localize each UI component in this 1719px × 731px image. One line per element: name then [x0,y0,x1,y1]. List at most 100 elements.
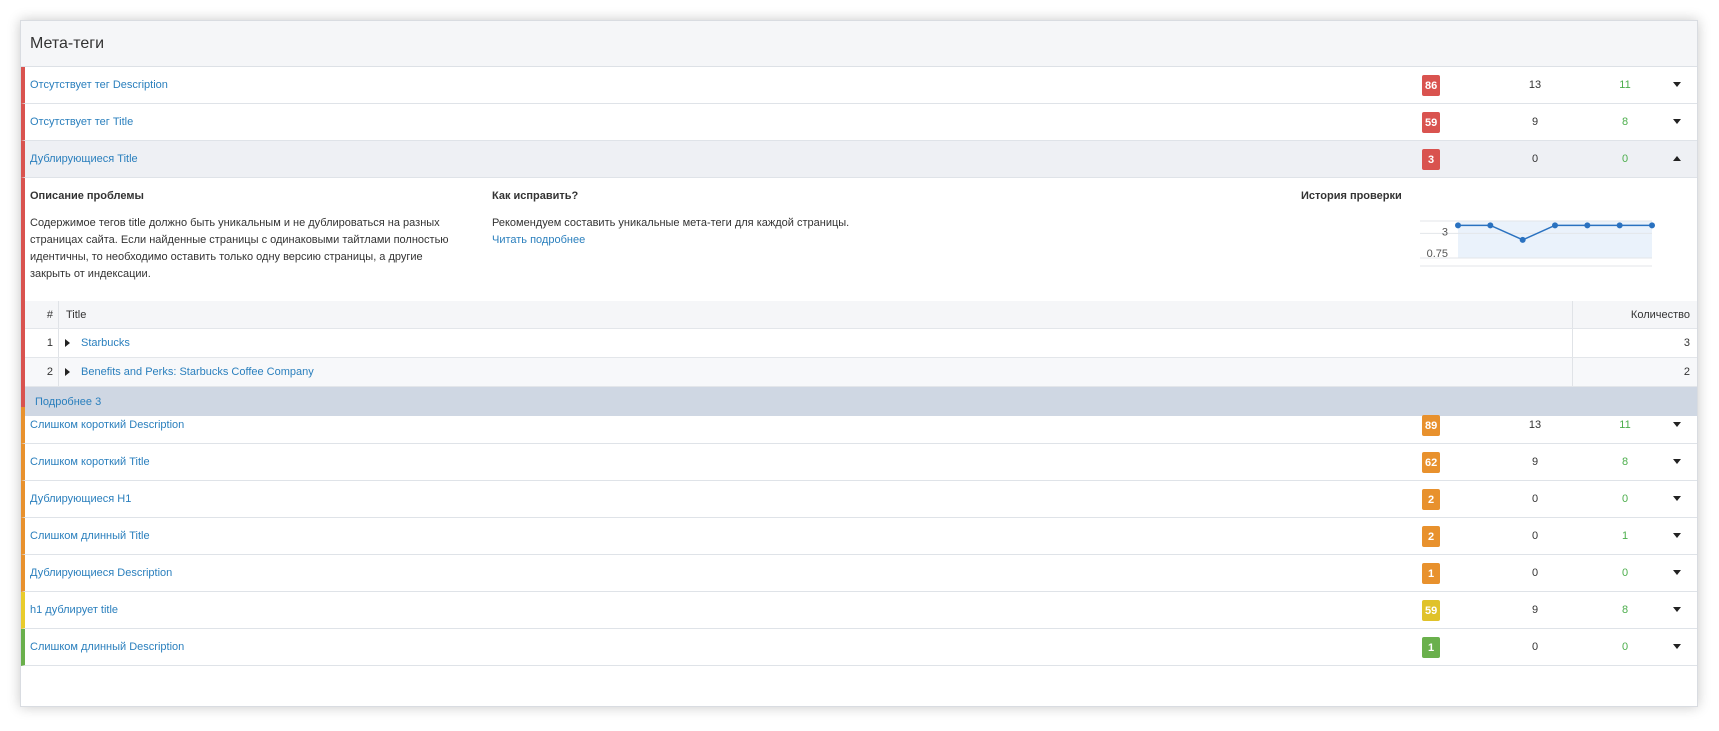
chevron-down-icon[interactable] [1673,496,1681,501]
history-section: История проверки [1301,190,1541,215]
issue-row[interactable]: Слишком длинный Description 1 0 0 [21,629,1697,666]
issue-count-pages: 9 [1531,116,1539,128]
issue-row[interactable]: Слишком длинный Title 2 0 1 [21,518,1697,555]
row-number: 1 [46,337,53,349]
issue-label[interactable]: Слишком короткий Title [30,456,150,468]
row-number: 2 [46,366,53,378]
issue-row[interactable]: Слишком короткий Description 89 13 11 [21,407,1697,444]
issue-label[interactable]: Отсутствует тег Description [30,79,168,91]
issue-label[interactable]: h1 дублирует title [30,604,118,616]
col-header-num: # [46,308,53,321]
chart-point[interactable] [1552,222,1558,229]
issue-label[interactable]: Дублирующиеся Title [30,153,138,165]
issue-count-pages: 13 [1528,419,1542,431]
problem-text: Содержимое тегов title должно быть уника… [30,217,449,280]
issue-count-badge: 2 [1422,489,1440,510]
issue-count-new: 0 [1621,493,1629,505]
issue-count-new: 1 [1621,530,1629,542]
issue-row[interactable]: Дублирующиеся H1 2 0 0 [21,481,1697,518]
issue-count-pages: 0 [1531,641,1539,653]
chevron-down-icon[interactable] [1673,533,1681,538]
chart-point[interactable] [1487,222,1494,229]
chart-y-tick: 3 [1442,226,1448,238]
history-heading: История проверки [1301,190,1402,202]
issue-count-new: 8 [1621,604,1629,616]
meta-tags-panel: Мета-теги Отсутствует тег Description 86 1… [20,20,1698,707]
issue-label[interactable]: Слишком длинный Description [30,641,184,653]
row-quantity: 2 [1683,366,1690,378]
col-header-title: Title [66,308,87,321]
issue-row-duplicate-title[interactable]: Дублирующиеся Title 3 0 0 [21,141,1697,178]
issue-count-new: 0 [1621,153,1629,165]
title-link[interactable]: Starbucks [81,337,130,349]
issue-count-new: 0 [1621,567,1629,579]
fix-section: Как исправить? Рекомендуем составить уни… [492,190,892,249]
panel-header: Мета-теги [21,21,1697,67]
issue-count-pages: 0 [1531,530,1539,542]
issue-row[interactable]: Слишком короткий Title 62 9 8 [21,444,1697,481]
issue-row[interactable]: Отсутствует тег Description 86 13 11 [21,67,1697,104]
issue-count-pages: 13 [1528,79,1542,91]
issue-count-pages: 0 [1531,567,1539,579]
issue-list-top: Отсутствует тег Description 86 13 11 Отсутст… [21,67,1697,141]
issue-count-badge: 59 [1422,112,1441,133]
issue-count-pages: 0 [1531,493,1539,505]
issue-count-new: 0 [1621,641,1629,653]
chevron-down-icon[interactable] [1673,459,1681,464]
issue-label[interactable]: Дублирующиеся H1 [30,493,131,505]
expand-triangle-icon[interactable] [65,368,70,376]
chevron-down-icon[interactable] [1673,119,1681,124]
issue-count-badge: 59 [1422,600,1441,621]
issue-count-badge: 2 [1422,526,1440,547]
problem-description: Описание проблемы Содержимое тегов title… [30,190,455,283]
issue-count-pages: 0 [1531,153,1539,165]
issue-label[interactable]: Отсутствует тег Title [30,116,133,128]
issue-count-badge: 3 [1422,149,1440,170]
issue-count-pages: 9 [1531,604,1539,616]
issue-count-pages: 9 [1531,456,1539,468]
problem-heading: Описание проблемы [30,190,144,202]
chart-y-tick: 0.75 [1427,248,1448,260]
issue-count-badge: 89 [1422,415,1441,436]
chevron-down-icon[interactable] [1673,422,1681,427]
expand-triangle-icon[interactable] [65,339,70,347]
row-quantity: 3 [1683,337,1690,349]
chevron-down-icon[interactable] [1673,570,1681,575]
issue-count-badge: 62 [1422,452,1441,473]
table-row: 2 Benefits and Perks: Starbucks Coffee Co… [25,358,1697,387]
issue-count-new: 11 [1619,419,1631,431]
issue-count-new: 11 [1619,79,1631,91]
issue-details: Описание проблемы Содержимое тегов title… [21,178,1697,416]
table-header: # Title Количество [25,301,1697,329]
table-row: 1 Starbucks 3 [25,329,1697,358]
chart-point[interactable] [1584,222,1591,229]
issue-row[interactable]: Дублирующиеся Description 1 0 0 [21,555,1697,592]
issue-count-badge: 1 [1422,563,1440,584]
issue-count-badge: 1 [1422,637,1440,658]
issue-count-new: 8 [1621,456,1629,468]
chart-point[interactable] [1649,222,1655,229]
chevron-down-icon[interactable] [1673,644,1681,649]
issue-label[interactable]: Слишком длинный Title [30,530,150,542]
chart-point[interactable] [1519,236,1526,243]
issue-label[interactable]: Слишком короткий Description [30,419,184,431]
chevron-up-icon[interactable] [1673,156,1681,161]
panel-title: Мета-теги [30,34,105,52]
issue-row[interactable]: Отсутствует тег Title 59 9 8 [21,104,1697,141]
chart-point[interactable] [1455,222,1461,229]
fix-heading: Как исправить? [492,190,579,202]
title-link[interactable]: Benefits and Perks: Starbucks Coffee Com… [81,366,314,378]
fix-text: Рекомендуем составить уникальные мета-те… [492,217,850,229]
issue-list-bottom: Слишком короткий Description 89 13 11 Слишко… [21,407,1697,666]
issue-row[interactable]: h1 дублирует title 59 9 8 [21,592,1697,629]
chart-point[interactable] [1616,222,1623,229]
read-more-link[interactable]: Читать подробнее [492,232,892,249]
more-link[interactable]: Подробнее 3 [35,396,101,408]
issue-count-badge: 86 [1422,75,1441,96]
issue-count-new: 8 [1621,116,1629,128]
chevron-down-icon[interactable] [1673,607,1681,612]
col-header-qty: Количество [1630,308,1690,321]
history-chart: 30.75 [1420,220,1655,267]
chevron-down-icon[interactable] [1673,82,1681,87]
issue-label[interactable]: Дублирующиеся Description [30,567,172,579]
